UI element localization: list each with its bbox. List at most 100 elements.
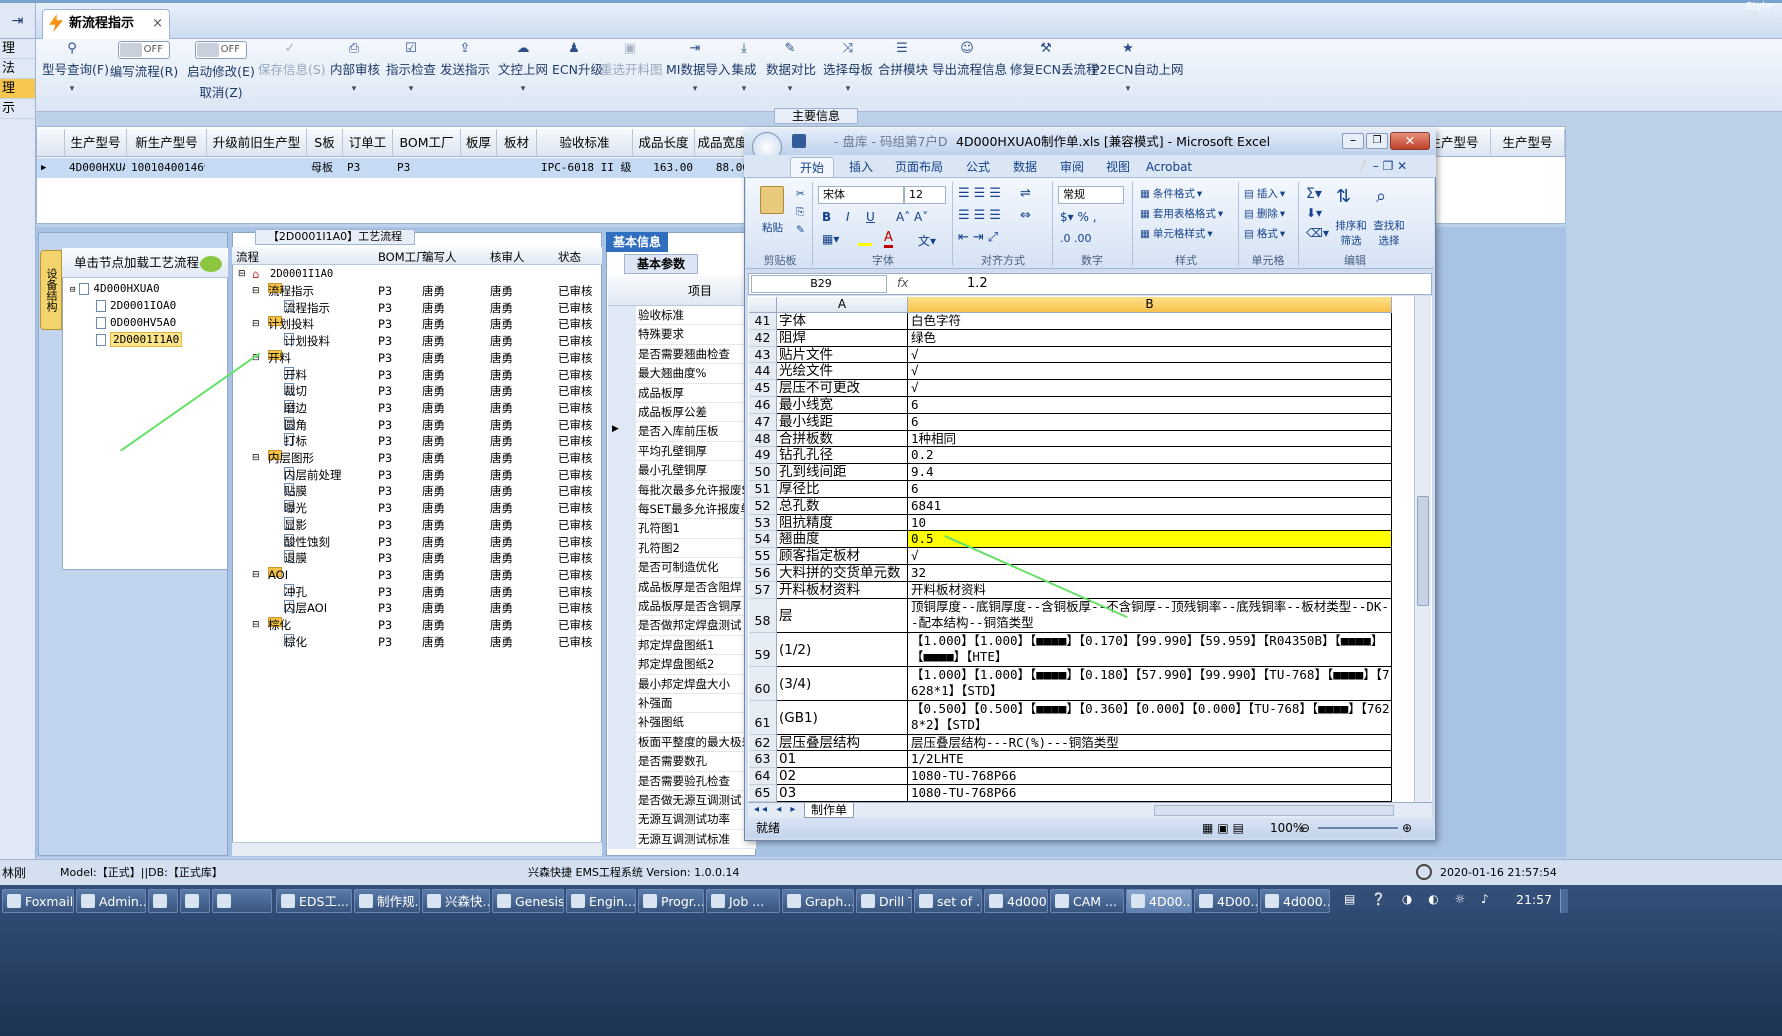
- cells-command[interactable]: ▤ 格式 ▾: [1244, 226, 1285, 241]
- cell-b[interactable]: 【1.000】【1.000】【■■■■】【0.170】【99.990】【59.9…: [908, 632, 1392, 667]
- ribbon-button-11[interactable]: ⤓ 集成 ▾: [730, 39, 758, 112]
- param-row[interactable]: 孔符图2: [608, 538, 756, 559]
- row-header[interactable]: 44: [749, 363, 777, 381]
- cell-a[interactable]: 阻抗精度: [777, 514, 908, 532]
- excel-tab[interactable]: 审阅: [1052, 157, 1092, 177]
- cell-a[interactable]: 最小线距: [777, 413, 908, 431]
- bold-button[interactable]: B: [822, 210, 831, 224]
- cell-b[interactable]: 1080-TU-768P66: [908, 768, 1392, 785]
- flow-column-header[interactable]: 流程: [236, 249, 259, 265]
- param-row[interactable]: 是否做邦定焊盘测试: [608, 616, 756, 636]
- tab-new-flow[interactable]: 新流程指示 ×: [42, 9, 170, 39]
- flow-root[interactable]: ⊟ ⌂ 2D0001I1A0: [232, 266, 602, 283]
- borders-icon[interactable]: ▦▾: [822, 232, 839, 246]
- cells-command[interactable]: ▤ 删除 ▾: [1244, 206, 1285, 221]
- param-row[interactable]: 是否入库前压板: [608, 422, 756, 442]
- find-select-button[interactable]: 查找和选择: [1372, 218, 1406, 248]
- collapse-toggle-icon[interactable]: ⊟: [252, 316, 260, 333]
- flow-row[interactable]: 磨边 P3 唐勇 唐勇 已审核: [232, 399, 602, 417]
- row-header[interactable]: 54: [749, 531, 777, 549]
- tree-node[interactable]: ⊟ 4D000HXUA0: [70, 280, 160, 297]
- column-header[interactable]: 生产型号: [1491, 129, 1565, 157]
- row-header[interactable]: 42: [749, 329, 777, 347]
- row-header[interactable]: 46: [749, 397, 777, 414]
- row-header[interactable]: 64: [749, 768, 777, 785]
- row-header[interactable]: 47: [749, 413, 777, 431]
- taskbar-item[interactable]: set of ...: [914, 889, 982, 913]
- cell-a[interactable]: 顾客指定板材: [777, 548, 908, 565]
- tree-node[interactable]: 2D0001IOA0: [96, 297, 176, 314]
- taskbar-item[interactable]: 4D00...: [1126, 889, 1192, 913]
- column-header[interactable]: 成品长度: [633, 129, 695, 157]
- cell-b[interactable]: 层压叠层结构---RC(%)---铜箔类型: [908, 734, 1392, 752]
- column-header[interactable]: 成品宽度: [695, 129, 751, 157]
- name-box[interactable]: B29: [751, 275, 887, 293]
- column-header[interactable]: 新生产型号: [127, 129, 207, 157]
- taskbar-item[interactable]: [148, 889, 178, 913]
- cell-a[interactable]: 01: [777, 751, 908, 769]
- flow-row[interactable]: 流程指示 P3 唐勇 唐勇 已审核: [232, 299, 602, 317]
- cell-b[interactable]: 【0.500】【0.500】【■■■■】【0.360】【0.000】【0.000…: [908, 700, 1392, 735]
- vertical-align-icons[interactable]: ☰☰☰: [958, 186, 1005, 201]
- param-row[interactable]: 是否做无源互调测试: [608, 791, 756, 811]
- row-header[interactable]: 50: [749, 464, 777, 481]
- row-header[interactable]: 58: [749, 598, 777, 633]
- collapse-toggle-icon[interactable]: ⊟: [252, 450, 260, 467]
- taskbar-item[interactable]: 4D00...: [1194, 889, 1258, 913]
- row-header[interactable]: 49: [749, 447, 777, 465]
- flow-column-header[interactable]: BOM工厂: [378, 249, 428, 265]
- cell-b[interactable]: 6: [908, 481, 1392, 498]
- left-nav-item[interactable]: 理: [0, 79, 35, 99]
- flow-row[interactable]: 曝光 P3 唐勇 唐勇 已审核: [232, 500, 602, 517]
- param-row[interactable]: 补强图纸: [608, 713, 756, 733]
- cell-a[interactable]: 总孔数: [777, 497, 908, 515]
- column-header[interactable]: 生产型号: [65, 129, 127, 157]
- column-header-a[interactable]: A: [777, 297, 908, 313]
- formula-input[interactable]: 1.2: [967, 276, 988, 291]
- flow-row[interactable]: 贴膜 P3 唐勇 唐勇 已审核: [232, 483, 602, 500]
- minimize-button[interactable]: –: [1342, 133, 1364, 149]
- ribbon-button-13[interactable]: ⤨ 选择母板 ▾: [822, 39, 874, 112]
- row-header[interactable]: 45: [749, 380, 777, 397]
- horizontal-align-icons[interactable]: ☰☰☰: [958, 208, 1005, 223]
- cell-b[interactable]: 9.4: [908, 464, 1392, 481]
- ribbon-button-9[interactable]: ▣ 重选开料图: [600, 39, 663, 112]
- cell-a[interactable]: 翘曲度: [777, 531, 908, 549]
- row-header[interactable]: 51: [749, 481, 777, 498]
- flow-row[interactable]: ⊟ 开料 P3 唐勇 唐勇 已审核: [232, 349, 602, 367]
- accounting-format-icon[interactable]: $▾ % ,: [1060, 210, 1097, 224]
- format-painter-icon[interactable]: ✎: [796, 224, 805, 236]
- sort-filter-icon[interactable]: ⇅: [1336, 186, 1351, 207]
- toggle-switch[interactable]: OFF: [195, 41, 247, 59]
- cell-a[interactable]: 大料拼的交货单元数: [777, 565, 908, 582]
- collapse-toggle-icon[interactable]: ⊟: [252, 617, 260, 634]
- tab-close-icon[interactable]: ×: [152, 10, 163, 38]
- left-nav-item[interactable]: 法: [0, 59, 35, 79]
- column-header[interactable]: 验收标准: [537, 129, 633, 157]
- fill-icon[interactable]: ⬇▾: [1306, 206, 1322, 220]
- toggle-switch[interactable]: OFF: [118, 41, 170, 59]
- zoom-out-icon[interactable]: ⊖: [1300, 818, 1310, 838]
- left-nav-item[interactable]: 理: [0, 39, 35, 59]
- column-header[interactable]: S板: [307, 129, 343, 157]
- row-header[interactable]: 56: [749, 565, 777, 582]
- param-row[interactable]: 成品板厚是否含阻焊: [608, 577, 756, 597]
- autosum-icon[interactable]: Σ▾: [1306, 186, 1322, 202]
- indent-icons[interactable]: ⇤⇥⤢: [958, 230, 1002, 245]
- fill-color-icon[interactable]: [858, 232, 872, 246]
- excel-tab[interactable]: Acrobat: [1144, 157, 1194, 177]
- column-header[interactable]: 板材: [497, 129, 537, 157]
- zoom-in-icon[interactable]: ⊕: [1402, 818, 1412, 838]
- style-command[interactable]: ▦ 套用表格格式 ▾: [1140, 206, 1223, 221]
- flow-row[interactable]: 冲孔 P3 唐勇 唐勇 已审核: [232, 583, 602, 601]
- cell-b[interactable]: 【1.000】【1.000】【■■■■】【0.180】【57.990】【99.9…: [908, 666, 1392, 701]
- tree-node[interactable]: 2D0001I1A0: [96, 331, 183, 348]
- param-row[interactable]: 最大翘曲度%: [608, 364, 756, 384]
- row-header[interactable]: 63: [749, 751, 777, 769]
- column-header[interactable]: 订单工厂: [343, 129, 393, 178]
- taskbar-item[interactable]: Progr...: [638, 889, 704, 913]
- paste-label[interactable]: 粘贴: [762, 220, 783, 235]
- cell-a[interactable]: 阻焊: [777, 329, 908, 347]
- param-row[interactable]: 最小邦定焊盘大小: [608, 674, 756, 694]
- save-icon[interactable]: [792, 134, 806, 148]
